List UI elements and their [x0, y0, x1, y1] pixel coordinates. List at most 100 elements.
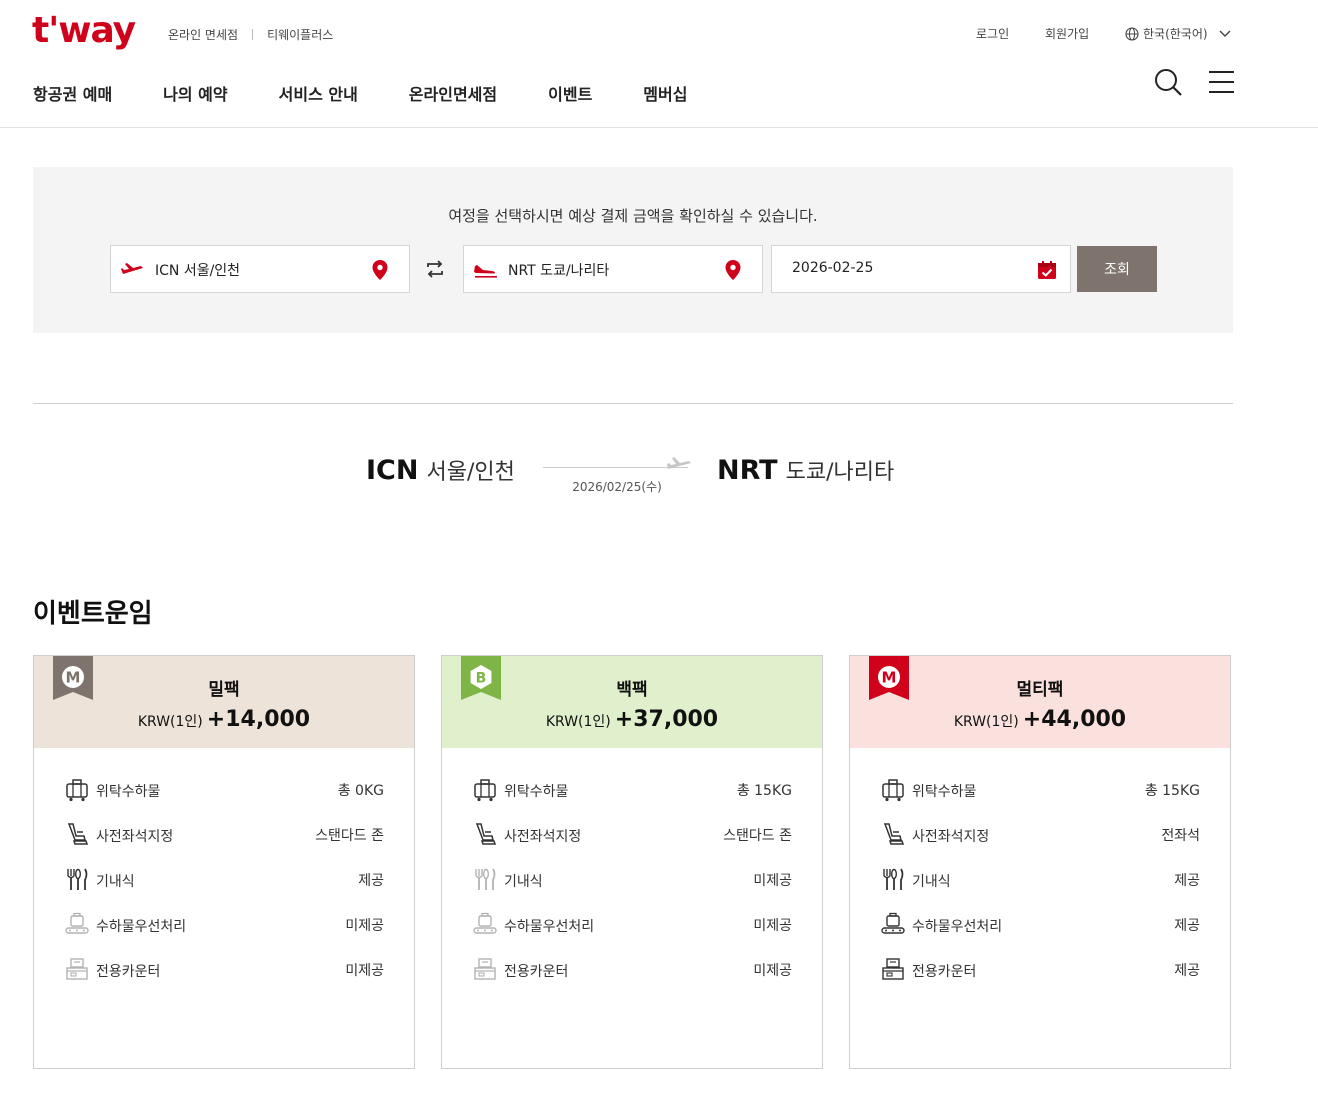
luggage-icon: [472, 776, 498, 802]
departure-date-field[interactable]: 2026-02-25: [771, 245, 1071, 293]
fare-name: 밀팩: [208, 680, 240, 700]
benefit-label: 위탁수하물: [96, 784, 161, 800]
benefit-row: 전용카운터 제공: [880, 956, 1200, 1001]
benefit-value: 제공: [1174, 873, 1200, 889]
section-divider: [33, 403, 1233, 404]
meal-icon: [64, 866, 90, 892]
main-nav: 항공권 예매 나의 예약 서비스 안내 온라인면세점 이벤트 멤버십: [33, 81, 687, 105]
benefit-value: 총 15KG: [1144, 783, 1200, 799]
benefit-label: 사전좌석지정: [96, 829, 174, 845]
price-currency: KRW(1인): [953, 714, 1019, 730]
benefit-row: 기내식 제공: [880, 866, 1200, 911]
origin-code: ICN: [366, 455, 419, 486]
meal-icon: [880, 866, 906, 892]
logo[interactable]: t'way: [32, 10, 136, 51]
nav-event[interactable]: 이벤트: [548, 81, 592, 105]
seat-icon: [880, 821, 906, 847]
benefit-value: 스탠다드 존: [723, 828, 792, 844]
benefit-value: 미제공: [753, 963, 792, 979]
fare-card-header: M 멀티팩 KRW(1인) +44,000: [850, 656, 1230, 748]
date-value: 2026-02-25: [792, 260, 874, 276]
benefit-label: 기내식: [96, 874, 135, 890]
fare-price: KRW(1인) +14,000: [34, 707, 414, 732]
arrival-field[interactable]: NRT 도쿄/나리타: [463, 245, 763, 293]
benefit-label: 기내식: [504, 874, 543, 890]
luggage-icon: [880, 776, 906, 802]
priority-baggage-icon: [472, 911, 498, 937]
benefit-value: 미제공: [345, 918, 384, 934]
benefit-row: 전용카운터 미제공: [472, 956, 792, 1001]
link-divider: [252, 29, 254, 40]
globe-icon: [1125, 26, 1139, 41]
benefit-row: 전용카운터 미제공: [64, 956, 384, 1001]
benefit-row: 기내식 제공: [64, 866, 384, 911]
destination-code: NRT: [717, 455, 778, 486]
counter-icon: [472, 956, 498, 982]
benefit-list: 위탁수하물 총 15KG 사전좌석지정 전좌석 기내식 제공 수하물우선처리 제공전용카운터 제…: [880, 776, 1200, 1001]
price-amount: +44,000: [1022, 707, 1127, 732]
nav-online-duty-free[interactable]: 온라인면세점: [409, 81, 497, 105]
fare-card-header: M 밀팩 KRW(1인) +14,000: [34, 656, 414, 748]
seat-icon: [64, 821, 90, 847]
benefit-row: 수하물우선처리 제공: [880, 911, 1200, 956]
priority-baggage-icon: [64, 911, 90, 937]
fare-card-bag-pack[interactable]: B 백팩 KRW(1인) +37,000 위탁수하물 총 15KG 사전좌석지정 스탠다…: [441, 655, 823, 1069]
benefit-label: 사전좌석지정: [912, 829, 990, 845]
origin-city: 서울/인천: [426, 460, 515, 485]
login-link[interactable]: 로그인: [976, 25, 1009, 42]
search-icon[interactable]: [1152, 66, 1184, 98]
arrival-value: NRT 도쿄/나리타: [508, 263, 610, 279]
benefit-value: 미제공: [753, 918, 792, 934]
benefit-row: 위탁수하물 총 15KG: [472, 776, 792, 821]
top-links: 온라인 면세점 티웨이플러스: [168, 26, 333, 43]
benefit-row: 기내식 미제공: [472, 866, 792, 911]
tway-plus-link[interactable]: 티웨이플러스: [267, 26, 333, 43]
location-pin-icon[interactable]: [724, 259, 742, 281]
fare-card-header: B 백팩 KRW(1인) +37,000: [442, 656, 822, 748]
benefit-value: 제공: [1174, 963, 1200, 979]
luggage-icon: [64, 776, 90, 802]
price-amount: +14,000: [206, 707, 311, 732]
nav-ticket-booking[interactable]: 항공권 예매: [33, 81, 112, 105]
duty-free-link[interactable]: 온라인 면세점: [168, 26, 238, 43]
benefit-row: 사전좌석지정 전좌석: [880, 821, 1200, 866]
route-destination: NRT 도쿄/나리타: [717, 454, 894, 494]
swap-route-icon[interactable]: [424, 258, 446, 280]
calendar-icon[interactable]: [1036, 259, 1058, 281]
nav-membership[interactable]: 멤버십: [643, 81, 687, 105]
benefit-list: 위탁수하물 총 15KG 사전좌석지정 스탠다드 존 기내식 미제공 수하물우선처리 미제공 전…: [472, 776, 792, 1001]
hamburger-menu-icon[interactable]: [1204, 66, 1236, 98]
location-pin-icon[interactable]: [371, 259, 389, 281]
nav-my-reservation[interactable]: 나의 예약: [163, 81, 227, 105]
benefit-label: 전용카운터: [504, 964, 569, 980]
price-currency: KRW(1인): [137, 714, 203, 730]
fare-price: KRW(1인) +44,000: [850, 707, 1230, 732]
benefit-row: 위탁수하물 총 15KG: [880, 776, 1200, 821]
join-link[interactable]: 회원가입: [1045, 25, 1089, 42]
fare-card-meal-pack[interactable]: M 밀팩 KRW(1인) +14,000 위탁수하물 총 0KG 사전좌석지정 스탠다드…: [33, 655, 415, 1069]
departure-value: ICN 서울/인천: [155, 263, 241, 279]
fare-name: 백팩: [616, 680, 648, 700]
seat-icon: [472, 821, 498, 847]
fare-price: KRW(1인) +37,000: [442, 707, 822, 732]
benefit-label: 사전좌석지정: [504, 829, 582, 845]
counter-icon: [64, 956, 90, 982]
benefit-label: 위탁수하물: [504, 784, 569, 800]
route-origin: ICN 서울/인천: [366, 454, 515, 494]
fare-search-panel: 여정을 선택하시면 예상 결제 금액을 확인하실 수 있습니다. ICN 서울/…: [33, 167, 1233, 333]
event-fare-title: 이벤트운임: [33, 599, 153, 629]
language-selector[interactable]: 한국(한국어): [1125, 25, 1232, 42]
takeoff-icon: [121, 263, 143, 274]
priority-baggage-icon: [880, 911, 906, 937]
search-button[interactable]: 조회: [1077, 246, 1157, 292]
benefit-row: 사전좌석지정 스탠다드 존: [64, 821, 384, 866]
fare-card-multi-pack[interactable]: M 멀티팩 KRW(1인) +44,000 위탁수하물 총 15KG 사전좌석지정 전좌…: [849, 655, 1231, 1069]
landing-icon: [474, 265, 497, 278]
price-amount: +37,000: [614, 707, 719, 732]
departure-field[interactable]: ICN 서울/인천: [110, 245, 410, 293]
fare-name: 멀티팩: [1016, 680, 1064, 700]
language-label: 한국(한국어): [1143, 27, 1208, 41]
nav-service-info[interactable]: 서비스 안내: [279, 81, 358, 105]
price-currency: KRW(1인): [545, 714, 611, 730]
benefit-label: 전용카운터: [912, 964, 977, 980]
